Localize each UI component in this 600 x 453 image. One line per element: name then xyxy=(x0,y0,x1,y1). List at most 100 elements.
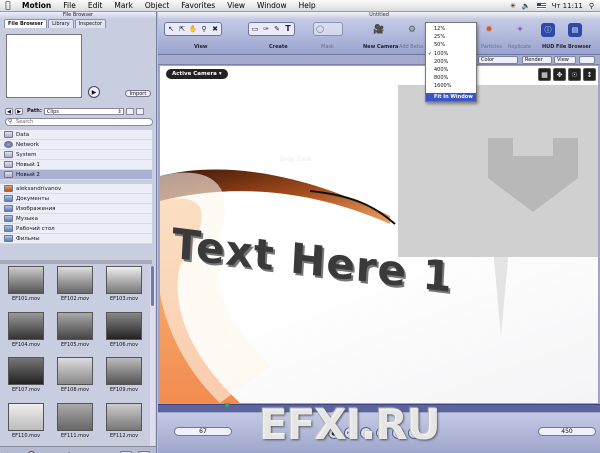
canvas[interactable]: Active Camera ▾ ▦ ✥ ☉ ↕ Drop Zone Text H… xyxy=(160,66,598,403)
tab-file-browser[interactable]: File Browser xyxy=(4,19,48,28)
replicate-icon[interactable]: ✦ xyxy=(513,23,527,37)
dolly-icon[interactable]: ↕ xyxy=(583,68,596,81)
clip-ef109[interactable]: EF109.mov xyxy=(102,357,146,399)
source-item-music[interactable]: Музыка xyxy=(0,214,152,224)
source-item-desktop[interactable]: Рабочий стол xyxy=(0,224,152,234)
view-select[interactable]: View xyxy=(554,56,576,64)
volume-icon[interactable]: 🔈 xyxy=(522,2,531,10)
layout-icon[interactable]: ▦ xyxy=(538,68,551,81)
back-button[interactable]: ◀ xyxy=(5,107,13,115)
add-behavior-icon[interactable]: ⚙ xyxy=(405,23,419,37)
active-camera-menu[interactable]: Active Camera ▾ xyxy=(166,69,228,79)
layout-select[interactable] xyxy=(579,56,595,64)
clip-ef105[interactable]: EF105.mov xyxy=(53,311,97,354)
menu-file[interactable]: File xyxy=(57,1,82,10)
clip-ef107[interactable]: EF107.mov xyxy=(4,357,48,399)
source-item-pictures[interactable]: Изображения xyxy=(0,204,152,214)
source-item-new2[interactable]: Новый 2 xyxy=(0,170,152,180)
menu-help[interactable]: Help xyxy=(293,1,322,10)
zoom-tool-icon[interactable]: ⚲ xyxy=(199,24,209,34)
menu-clock[interactable]: Чт 11:11 xyxy=(552,2,583,10)
menu-view[interactable]: View xyxy=(221,1,251,10)
source-item-new1[interactable]: Новый 1 xyxy=(0,160,152,170)
pan-tool-icon[interactable]: ✋ xyxy=(188,24,198,34)
menu-edit[interactable]: Edit xyxy=(82,1,109,10)
new-camera-icon[interactable]: 🎥 xyxy=(372,23,386,37)
source-item-home[interactable]: aleksandrivanov xyxy=(0,184,152,194)
particles-icon[interactable]: ✸ xyxy=(482,23,496,37)
zoom-option-400[interactable]: 400% xyxy=(426,66,476,74)
import-button[interactable]: Import xyxy=(125,90,151,97)
playhead-marker[interactable] xyxy=(224,403,230,408)
menu-object[interactable]: Object xyxy=(139,1,175,10)
path-select[interactable]: Clips ⇕ xyxy=(43,107,124,115)
icon-view-button[interactable] xyxy=(135,107,144,115)
zoom-option-200[interactable]: 200% xyxy=(426,58,476,66)
add-behavior-label[interactable]: Add Beha xyxy=(399,44,423,50)
pane-splitter[interactable] xyxy=(0,260,152,264)
input-flag-icon[interactable] xyxy=(536,2,546,9)
bluetooth-icon[interactable]: ✳ xyxy=(510,2,516,10)
zoom-option-50[interactable]: 50% xyxy=(426,41,476,49)
menu-motion[interactable]: Motion xyxy=(16,1,57,10)
zoom-option-100[interactable]: ✓ 100% xyxy=(426,50,476,58)
clip-ef102[interactable]: EF102.mov xyxy=(53,266,97,308)
clip-ef101[interactable]: EF101.mov xyxy=(4,266,48,308)
source-item-system[interactable]: System xyxy=(0,150,152,160)
clip-ef112[interactable]: EF112.mov xyxy=(102,402,146,445)
clip-ef103[interactable]: EF103.mov xyxy=(102,266,146,308)
replicate-label[interactable]: Replicate xyxy=(508,44,531,50)
tab-inspector[interactable]: Inspector xyxy=(74,19,106,28)
forward-button[interactable]: ▶ xyxy=(15,107,23,115)
color-select[interactable]: Color xyxy=(478,56,518,64)
view-tools: ↖ ⇱ ✋ ⚲ ✖ xyxy=(164,22,222,36)
hud-icon[interactable]: ⓘ xyxy=(541,23,555,37)
menu-mark[interactable]: Mark xyxy=(108,1,139,10)
clip-grid-scrollbar[interactable] xyxy=(150,266,155,446)
paint-tool-icon[interactable]: ✎ xyxy=(272,24,282,34)
source-item-documents[interactable]: Документы xyxy=(0,194,152,204)
list-view-button[interactable] xyxy=(125,107,134,115)
file-browser-icon[interactable]: ▤ xyxy=(568,23,582,37)
zoom-option-1600[interactable]: 1600% xyxy=(426,82,476,90)
duration-field[interactable]: 450 xyxy=(538,427,596,436)
hud-label[interactable]: HUD xyxy=(542,44,554,50)
source-item-network[interactable]: Network xyxy=(0,140,152,150)
text-tool-icon[interactable]: T xyxy=(283,24,293,34)
current-frame-field[interactable]: 67 xyxy=(174,427,232,436)
zoom-option-12[interactable]: 12% xyxy=(426,25,476,33)
search-input[interactable]: ⚲ Search xyxy=(5,118,153,126)
camera-tool-icon[interactable]: ✖ xyxy=(210,24,220,34)
clip-thumbnail xyxy=(57,402,93,431)
bezier-tool-icon[interactable]: ✑ xyxy=(261,24,271,34)
zoom-option-800[interactable]: 800% xyxy=(426,74,476,82)
pan-xy-icon[interactable]: ✥ xyxy=(553,68,566,81)
render-select[interactable]: Render xyxy=(522,56,552,64)
select-tool-icon[interactable]: ↖ xyxy=(166,24,176,34)
search-icon: ⚲ xyxy=(8,118,13,125)
tab-library[interactable]: Library xyxy=(48,19,74,28)
source-item-movies[interactable]: Фильмы xyxy=(0,234,152,244)
new-camera-label[interactable]: New Camera xyxy=(363,44,398,50)
spotlight-icon[interactable]: ⚲ xyxy=(589,2,594,10)
fit-in-window-option[interactable]: Fit In Window xyxy=(426,92,476,101)
rectangle-tool-icon[interactable]: ▭ xyxy=(250,24,260,34)
drop-zone[interactable] xyxy=(398,85,598,257)
particles-label[interactable]: Particles xyxy=(481,44,502,50)
apple-icon[interactable]:  xyxy=(0,1,16,11)
clip-ef111[interactable]: EF111.mov xyxy=(53,402,97,445)
clip-ef104[interactable]: EF104.mov xyxy=(4,311,48,354)
mask-tool-icon[interactable]: ◯ xyxy=(315,24,325,34)
play-button[interactable]: ▶ xyxy=(88,86,100,98)
clip-ef110[interactable]: EF110.mov xyxy=(4,402,48,445)
drive-icon xyxy=(4,171,13,178)
source-item-data[interactable]: Data xyxy=(0,130,152,140)
orbit-icon[interactable]: ☉ xyxy=(568,68,581,81)
clip-ef106[interactable]: EF106.mov xyxy=(102,311,146,354)
menu-window[interactable]: Window xyxy=(251,1,293,10)
zoom-option-25[interactable]: 25% xyxy=(426,33,476,41)
clip-ef108[interactable]: EF108.mov xyxy=(53,357,97,399)
menu-favorites[interactable]: Favorites xyxy=(175,1,221,10)
transform-tool-icon[interactable]: ⇱ xyxy=(177,24,187,34)
file-browser-label[interactable]: File Browser xyxy=(556,44,591,50)
